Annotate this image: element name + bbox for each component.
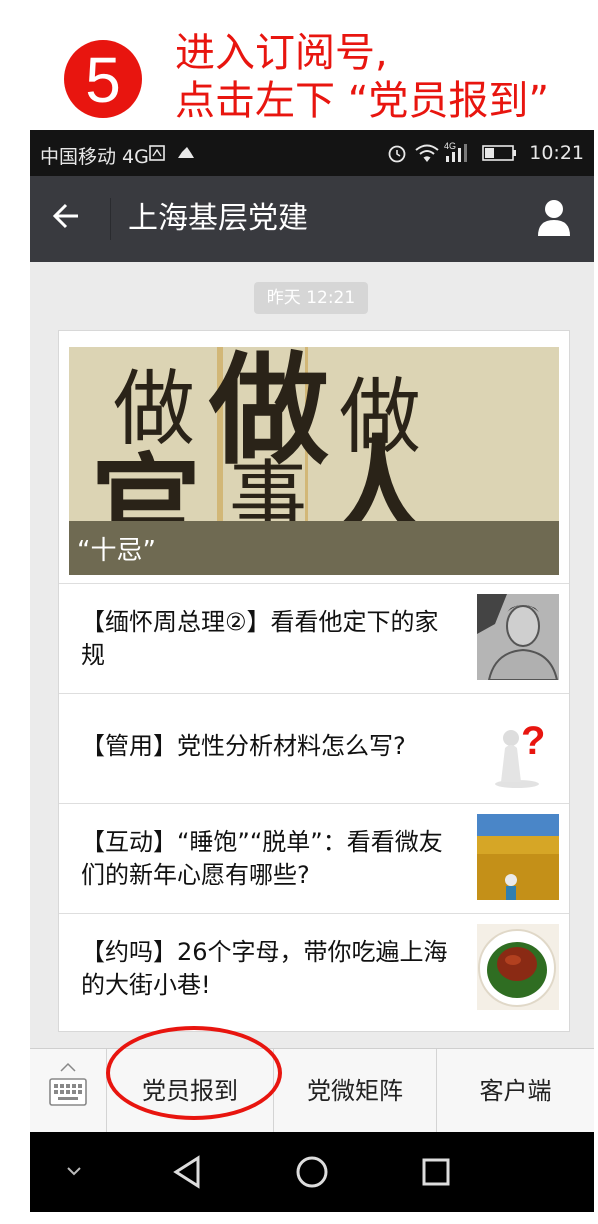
message-timestamp: 昨天 12:21 <box>254 282 368 314</box>
wheat-field-photo-thumbnail <box>477 814 559 900</box>
sim-icon <box>149 145 165 161</box>
menu-item-micro-matrix[interactable]: 党微矩阵 <box>274 1049 437 1133</box>
signal-icon: 4G <box>444 141 467 162</box>
cover-article[interactable]: 做 官 做 事 做 人 “十忌” <box>69 347 559 575</box>
question-mark-figure-thumbnail: ? <box>477 704 559 790</box>
article-item[interactable]: 【缅怀周总理②】看看他定下的家规 <box>59 583 569 694</box>
article-title: 【互动】“睡饱”“脱单”：看看微友们的新年心愿有哪些? <box>81 828 443 889</box>
account-title: 上海基层党建 <box>128 201 308 236</box>
android-nav-bar <box>30 1132 594 1212</box>
hide-icon[interactable] <box>34 1132 114 1212</box>
svg-text:?: ? <box>521 719 545 763</box>
article-card[interactable]: 做 官 做 事 做 人 “十忌” 【缅怀周总理②】看看他定下的家规 【管用】党性… <box>58 330 570 1032</box>
title-divider <box>110 198 111 240</box>
portrait-photo-thumbnail <box>477 594 559 680</box>
status-bar: 中国移动 4G 4G 10:21 <box>30 130 594 176</box>
article-item[interactable]: 【约吗】26个字母，带你吃遍上海的大街小巷! <box>59 913 569 1024</box>
cloud-icon <box>178 147 194 158</box>
article-item[interactable]: 【互动】“睡饱”“脱单”：看看微友们的新年心愿有哪些? <box>59 803 569 914</box>
home-circle-icon[interactable] <box>272 1132 352 1212</box>
article-title: 【缅怀周总理②】看看他定下的家规 <box>81 608 439 669</box>
instruction-line-1: 进入订阅号, <box>175 30 388 76</box>
title-bar: 上海基层党建 <box>30 176 594 262</box>
back-arrow-icon[interactable] <box>52 196 82 247</box>
alarm-icon <box>388 145 406 163</box>
person-icon[interactable] <box>536 198 572 238</box>
food-plate-photo-thumbnail <box>477 924 559 1010</box>
battery-icon <box>482 145 516 161</box>
clock: 10:21 <box>529 142 584 164</box>
article-title: 【约吗】26个字母，带你吃遍上海的大街小巷! <box>81 938 448 999</box>
highlight-annotation-circle <box>106 1026 282 1120</box>
back-triangle-icon[interactable] <box>148 1132 228 1212</box>
article-item[interactable]: 【管用】党性分析材料怎么写? ? <box>59 693 569 804</box>
recents-square-icon[interactable] <box>396 1132 476 1212</box>
instruction-line-2: 点击左下 “党员报到” <box>175 78 550 124</box>
cover-caption: “十忌” <box>77 536 156 566</box>
article-title: 【管用】党性分析材料怎么写? <box>81 732 406 760</box>
carrier-label: 中国移动 4G <box>40 146 149 168</box>
keyboard-icon <box>49 1062 87 1106</box>
wifi-icon <box>415 144 439 162</box>
svg-text:4G: 4G <box>444 141 456 151</box>
keyboard-toggle-button[interactable] <box>30 1049 107 1133</box>
menu-item-client[interactable]: 客户端 <box>437 1049 594 1133</box>
step-number-badge: 5 <box>64 40 142 118</box>
phone-screen: 中国移动 4G 4G 10:21 上海基层党建 昨天 12:21 做 官 做 事… <box>30 130 594 1212</box>
